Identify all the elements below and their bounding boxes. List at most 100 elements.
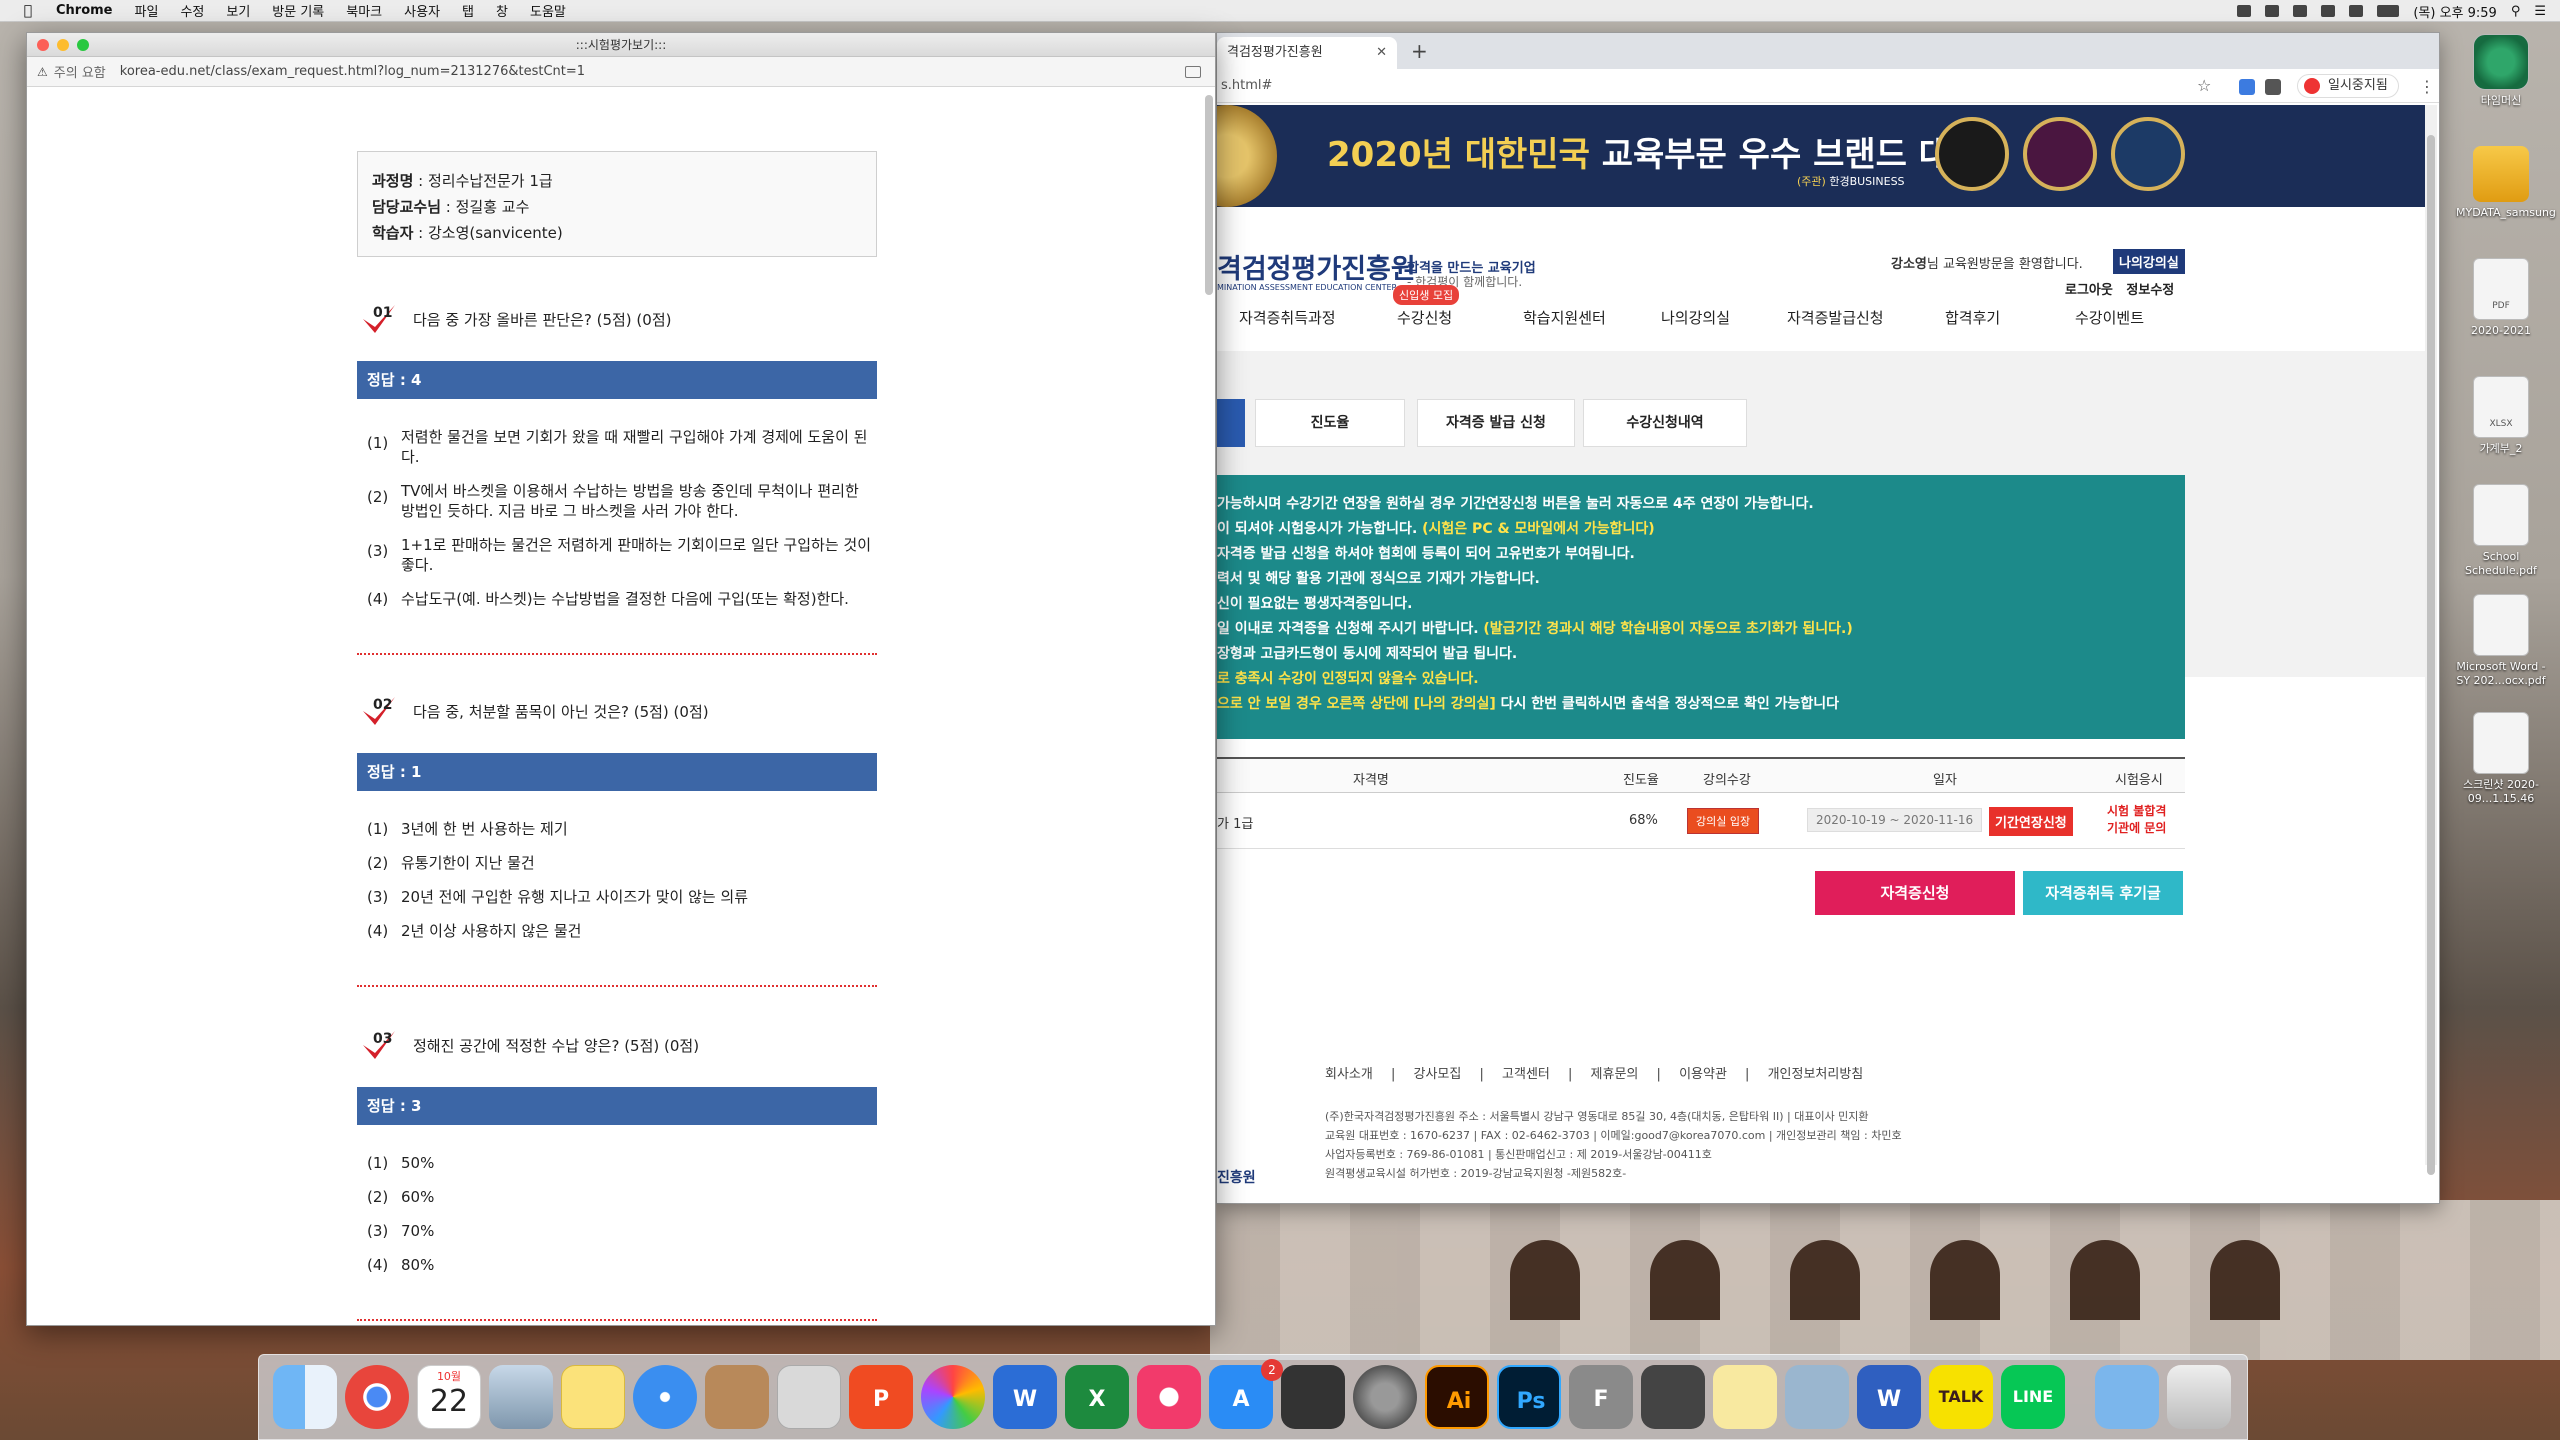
search-icon[interactable]: ⚲	[2511, 4, 2521, 19]
apple-icon[interactable]: 	[18, 3, 38, 19]
footer-partnership[interactable]: 제휴문의	[1591, 1067, 1639, 1082]
close-window-icon[interactable]	[37, 39, 49, 51]
menu-app-name[interactable]: Chrome	[56, 3, 113, 18]
system-preferences-icon[interactable]	[1353, 1365, 1417, 1429]
printer-icon[interactable]	[1281, 1365, 1345, 1429]
menu-clock[interactable]: (목) 오후 9:59	[2413, 2, 2496, 21]
url-text[interactable]: s.html#	[1221, 78, 1272, 93]
certificate-apply-button[interactable]: 자격증신청	[1815, 871, 2015, 915]
trash-icon[interactable]	[2167, 1365, 2231, 1429]
footer-about[interactable]: 회사소개	[1325, 1067, 1373, 1082]
enter-classroom-button[interactable]: 강의실 입장	[1687, 808, 1760, 834]
footer-privacy[interactable]: 개인정보처리방침	[1768, 1067, 1864, 1082]
close-tab-icon[interactable]: ✕	[1376, 37, 1387, 69]
wifi-icon[interactable]	[2349, 5, 2364, 17]
extend-period-button[interactable]: 기간연장신청	[1989, 807, 2073, 836]
photos-icon[interactable]	[921, 1365, 985, 1429]
adobe-icon[interactable]	[2237, 5, 2252, 17]
powerpoint-icon[interactable]: P	[849, 1365, 913, 1429]
chrome-icon[interactable]	[345, 1365, 409, 1429]
word-icon[interactable]: W	[993, 1365, 1057, 1429]
notes-icon[interactable]	[561, 1365, 625, 1429]
menu-tab[interactable]: 탭	[462, 1, 474, 20]
menu-bookmarks[interactable]: 북마크	[346, 1, 382, 20]
stickies-icon[interactable]	[1713, 1365, 1777, 1429]
address-bar[interactable]: s.html# ☆ 일시중지됨 ⋮	[1217, 69, 2439, 103]
menu-window[interactable]: 창	[496, 1, 508, 20]
image-capture-icon[interactable]	[1785, 1365, 1849, 1429]
nav-my-lecture[interactable]: 나의강의실	[1661, 307, 1730, 328]
nav-learning-center[interactable]: 학습지원센터	[1523, 307, 1606, 328]
my-lecture-button[interactable]: 나의강의실	[2113, 249, 2185, 274]
minimize-window-icon[interactable]	[57, 39, 69, 51]
bluetooth-icon[interactable]	[2321, 5, 2336, 17]
contacts-icon[interactable]	[705, 1365, 769, 1429]
control-center-icon[interactable]: ☰	[2534, 4, 2546, 19]
browser-tab[interactable]: 격검정평가진흥원 ✕	[1217, 37, 1397, 69]
footer-support[interactable]: 고객센터	[1502, 1067, 1550, 1082]
puzzle-icon[interactable]	[2265, 79, 2281, 95]
nav-reviews[interactable]: 합격후기	[1945, 307, 2000, 328]
nav-certificate-issue[interactable]: 자격증발급신청	[1787, 307, 1884, 328]
tab-enroll-history[interactable]: 수강신청내역	[1583, 399, 1747, 447]
footer-recruit[interactable]: 강사모집	[1414, 1067, 1462, 1082]
nav-certificate-courses[interactable]: 자격증취득과정	[1239, 307, 1336, 328]
safari-icon[interactable]	[633, 1365, 697, 1429]
menu-view[interactable]: 보기	[226, 1, 250, 20]
professor-name: 정길홍 교수	[455, 198, 530, 216]
music-icon[interactable]	[1137, 1365, 1201, 1429]
menu-edit[interactable]: 수정	[180, 1, 204, 20]
desktop-icon-xlsx[interactable]: XLSX 가계부_2	[2456, 376, 2546, 456]
extension-icon[interactable]	[2239, 79, 2255, 95]
excel-icon[interactable]: X	[1065, 1365, 1129, 1429]
chat-icon[interactable]	[2265, 5, 2280, 17]
option: (3) 20년 전에 구입한 유행 지나고 사이즈가 맞이 않는 의류	[367, 888, 749, 906]
volume-icon[interactable]	[2293, 5, 2308, 17]
preview-icon[interactable]	[489, 1365, 553, 1429]
line-icon[interactable]: LINE	[2001, 1365, 2065, 1429]
scrollbar-thumb[interactable]	[2427, 135, 2435, 1175]
page-scrollbar[interactable]	[2425, 105, 2437, 1175]
site-logo[interactable]: 격검정평가진흥원	[1217, 247, 1416, 286]
folder-icon[interactable]	[2095, 1365, 2159, 1429]
kakaotalk-icon[interactable]: TALK	[1929, 1365, 1993, 1429]
nav-events[interactable]: 수강이벤트	[2075, 307, 2144, 328]
desktop-icon-screenshot[interactable]: 스크린샷 2020-09...1.15.46	[2456, 712, 2546, 806]
menu-help[interactable]: 도움말	[530, 1, 566, 20]
tab-progress[interactable]: 진도율	[1255, 399, 1405, 447]
security-label[interactable]: 주의 요함	[54, 62, 106, 81]
menu-profiles[interactable]: 사용자	[404, 1, 440, 20]
footer-terms[interactable]: 이용약관	[1679, 1067, 1727, 1082]
exam-popup-window: :::시험평가보기::: ⚠ 주의 요함 korea-edu.net/class…	[26, 32, 1216, 1326]
desktop-icon-pdf-2020[interactable]: PDF 2020-2021	[2456, 258, 2546, 338]
new-tab-icon[interactable]: +	[1411, 39, 1428, 63]
sub-tabs: 진도율 자격증 발급 신청 수강신청내역	[1217, 399, 1817, 447]
scanner-icon[interactable]	[1641, 1365, 1705, 1429]
desktop-icon-timemachine[interactable]: 타임머신	[2456, 34, 2546, 108]
battery-icon[interactable]	[2377, 5, 2400, 17]
finder-icon[interactable]	[273, 1365, 337, 1429]
review-button[interactable]: 자격증취득 후기글	[2023, 871, 2183, 915]
zoom-window-icon[interactable]	[77, 39, 89, 51]
chrome-menu-icon[interactable]: ⋮	[2419, 77, 2435, 96]
menu-file[interactable]: 파일	[135, 1, 159, 20]
paused-profile-button[interactable]: 일시중지됨	[2297, 74, 2399, 98]
tab-active-fragment[interactable]	[1217, 399, 1245, 447]
menu-history[interactable]: 방문 기록	[272, 1, 324, 20]
bookmark-star-icon[interactable]: ☆	[2197, 76, 2211, 95]
illustrator-icon[interactable]: Ai	[1425, 1365, 1489, 1429]
calendar-icon[interactable]: 10월 22	[417, 1365, 481, 1429]
popup-scrollbar[interactable]	[1205, 95, 1213, 295]
key-icon[interactable]	[1185, 65, 1201, 78]
desktop-icon-word-pdf[interactable]: Microsoft Word - SY 202...ocx.pdf	[2456, 594, 2546, 688]
desktop-icon-school-schedule[interactable]: School Schedule.pdf	[2456, 484, 2546, 578]
photoshop-icon[interactable]: Ps	[1497, 1365, 1561, 1429]
background-deck	[1210, 1200, 2560, 1360]
calculator-icon[interactable]	[777, 1365, 841, 1429]
col-lecture: 강의수강	[1703, 773, 1751, 788]
font-book-icon[interactable]: F	[1569, 1365, 1633, 1429]
tab-certificate-apply[interactable]: 자격증 발급 신청	[1417, 399, 1575, 447]
wordapp-icon[interactable]: W	[1857, 1365, 1921, 1429]
nav-enroll[interactable]: 수강신청	[1397, 307, 1452, 328]
desktop-icon-drive[interactable]: MYDATA_samsung	[2456, 146, 2556, 220]
